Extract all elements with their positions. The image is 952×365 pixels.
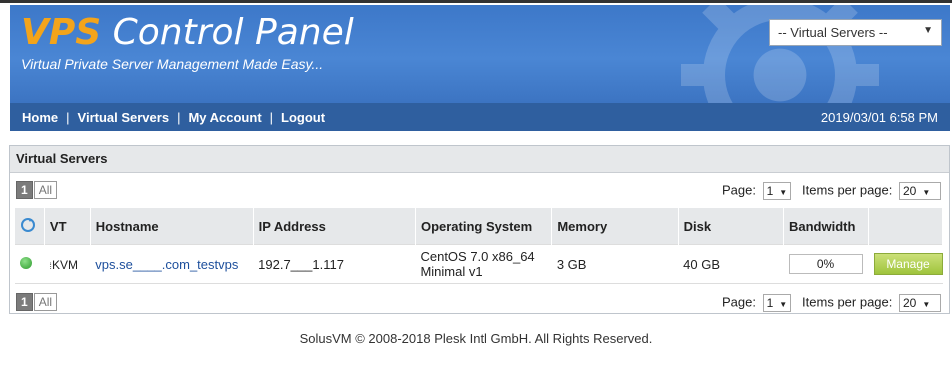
header-os: Operating System	[415, 208, 553, 245]
brand-vps: VPS	[21, 12, 102, 53]
items-per-page-value: 20	[903, 296, 917, 310]
header-hostname: Hostname	[90, 208, 254, 245]
panel-header: Virtual Servers	[10, 146, 949, 173]
status-online-icon	[20, 256, 32, 269]
nav-home[interactable]: Home	[22, 110, 58, 125]
pager-bottom: 1 All	[16, 293, 58, 311]
table-header-row: VT Hostname IP Address Operating System …	[15, 208, 943, 245]
brand-rest: Control Panel	[101, 12, 354, 53]
status-cell	[15, 244, 45, 284]
page-controls-top: Page: 1 ▼ Items per page: 20 ▼	[722, 182, 941, 200]
bandwidth-bar: 0%	[788, 254, 863, 274]
hostname-link[interactable]: vps.se____.com_testvps	[95, 257, 238, 272]
virtual-server-select-value: -- Virtual Servers --	[778, 25, 888, 40]
panel-title: Virtual Servers	[16, 151, 108, 166]
nav-links: Home | Virtual Servers | My Account | Logout	[22, 103, 325, 133]
pager-page-1[interactable]: 1	[16, 181, 33, 199]
header-memory: Memory	[551, 208, 679, 245]
header-disk: Disk	[678, 208, 785, 245]
nav-my-account[interactable]: My Account	[188, 110, 261, 125]
page-select-value: 1	[766, 296, 774, 310]
items-per-page-value: 20	[903, 184, 917, 198]
items-per-page-label: Items per page:	[802, 294, 893, 310]
dropdown-arrow-icon: ▼	[779, 300, 788, 309]
dropdown-arrow-icon: ▼	[923, 25, 933, 36]
dropdown-arrow-icon: ▼	[922, 188, 931, 197]
items-per-page-label: Items per page:	[802, 182, 893, 198]
page-select-value: 1	[766, 184, 774, 198]
items-per-page-select[interactable]: 20 ▼	[899, 294, 941, 312]
bandwidth-cell: 0%	[783, 244, 869, 284]
pager-top: 1 All	[16, 181, 58, 199]
nav-separator: |	[269, 110, 274, 125]
ip-cell: 192.7___1.117	[253, 244, 416, 284]
footer-copyright: SolusVM © 2008-2018 Plesk Intl GmbH. All…	[299, 331, 653, 346]
servers-table: VT Hostname IP Address Operating System …	[15, 208, 943, 284]
os-line2: Minimal v1	[420, 264, 483, 279]
items-per-page-select[interactable]: 20 ▼	[899, 182, 941, 200]
current-datetime: 2019/03/01 6:58 PM	[820, 110, 938, 125]
header-action	[868, 208, 943, 245]
nav-virtual-servers[interactable]: Virtual Servers	[78, 110, 170, 125]
page-controls-bottom: Page: 1 ▼ Items per page: 20 ▼	[722, 294, 941, 312]
pager-all[interactable]: All	[33, 293, 58, 311]
vt-value: KVM	[51, 257, 78, 272]
vt-cell: ⁞KVM	[44, 244, 91, 284]
nav-bar: Home | Virtual Servers | My Account | Logout 2…	[10, 103, 950, 131]
virtual-server-select[interactable]: -- Virtual Servers -- ▼	[769, 19, 942, 46]
dropdown-arrow-icon: ▼	[922, 300, 931, 309]
manage-button[interactable]: Manage	[873, 253, 943, 275]
header-vt: VT	[44, 208, 91, 245]
table-row: ⁞KVM vps.se____.com_testvps 192.7___1.11…	[15, 244, 943, 284]
dropdown-arrow-icon: ▼	[779, 188, 788, 197]
page-select[interactable]: 1 ▼	[762, 182, 792, 200]
virtual-servers-panel: Virtual Servers 1 All Page: 1 ▼ Items per …	[9, 145, 950, 314]
os-line1: CentOS 7.0 x86_64	[420, 249, 535, 264]
page-label: Page:	[721, 294, 756, 310]
header-refresh[interactable]	[15, 208, 45, 245]
hostname-cell[interactable]: vps.se____.com_testvps	[90, 244, 254, 284]
nav-separator: |	[177, 110, 181, 125]
nav-separator: |	[66, 110, 70, 125]
header-bandwidth: Bandwidth	[783, 208, 869, 245]
tagline: Virtual Private Server Management Made E…	[21, 56, 324, 72]
top-border	[0, 0, 952, 3]
ip-value: 192.7___1.117	[258, 256, 344, 272]
pager-page-1[interactable]: 1	[16, 293, 33, 311]
refresh-icon[interactable]	[20, 217, 36, 233]
action-cell: Manage	[868, 244, 943, 284]
page-select[interactable]: 1 ▼	[762, 294, 792, 312]
header-banner: VPS Control Panel Virtual Private Server…	[10, 5, 950, 103]
disk-cell: 40 GB	[678, 244, 784, 284]
os-cell: CentOS 7.0 x86_64 Minimal v1	[415, 244, 552, 284]
pager-all[interactable]: All	[33, 181, 58, 199]
nav-logout[interactable]: Logout	[281, 110, 325, 125]
page-label: Page:	[721, 182, 756, 198]
header-ip: IP Address	[253, 208, 416, 245]
brand-title: VPS Control Panel	[21, 11, 354, 55]
memory-cell: 3 GB	[551, 244, 679, 284]
